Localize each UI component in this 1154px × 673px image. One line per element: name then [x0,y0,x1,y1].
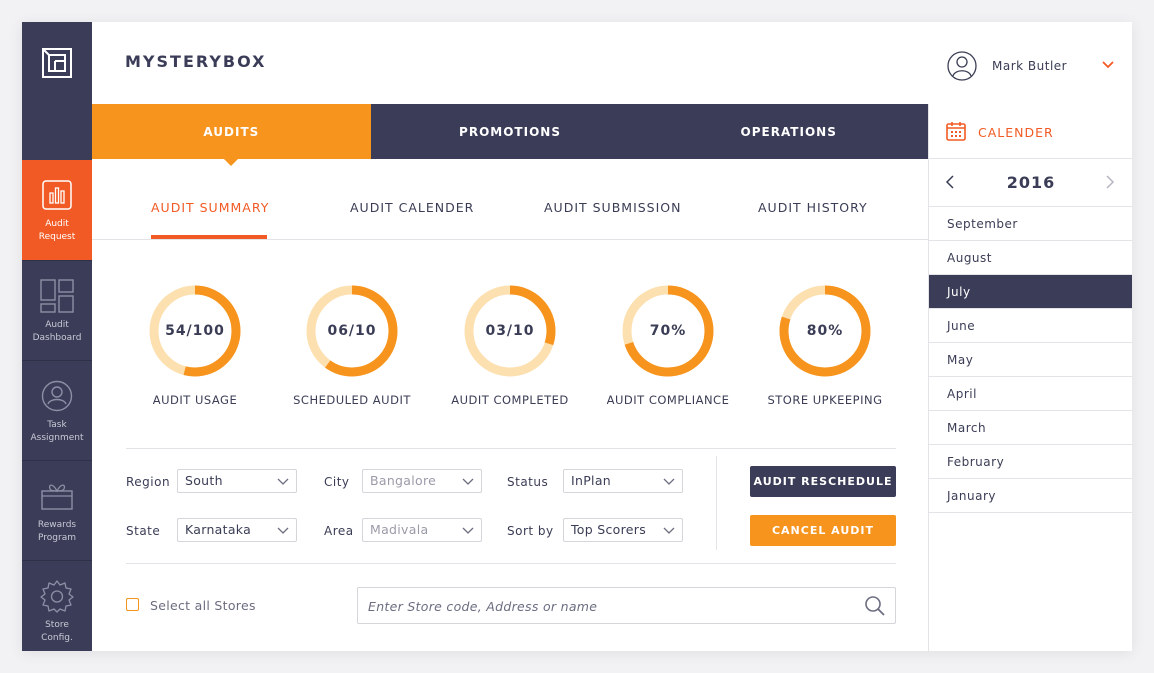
sidebar-item-label: Audit Dashboard [32,320,82,343]
gauge-value: 03/10 [485,323,535,339]
bar-chart-icon [40,178,74,212]
sub-tabs: AUDIT SUMMARY AUDIT CALENDER AUDIT SUBMI… [92,159,928,240]
subtab-audit-submission[interactable]: AUDIT SUBMISSION [544,200,682,215]
gauge-label: STORE UPKEEPING [767,393,883,407]
month-item[interactable]: April [929,377,1132,411]
city-label: City [324,475,350,489]
month-item[interactable]: May [929,343,1132,377]
area-select[interactable]: Madivala [362,518,482,542]
calendar-icon [946,122,966,141]
sidebar-item-label: Rewards Program [37,520,77,543]
sort-by-label: Sort by [507,524,554,538]
cancel-audit-button[interactable]: CANCEL AUDIT [750,515,896,546]
region-value: South [185,473,223,488]
state-value: Karnataka [185,522,252,537]
chevron-down-icon [462,478,474,485]
state-select[interactable]: Karnataka [177,518,297,542]
chevron-down-icon [462,527,474,534]
sidebar: Audit Request Audit Dashboard Task Assig… [22,22,92,651]
sidebar-item-task-assignment[interactable]: Task Assignment [22,360,92,460]
month-item[interactable]: September [929,207,1132,241]
avatar-icon [947,51,977,81]
app-logo[interactable] [22,22,92,104]
select-all-checkbox[interactable] [126,598,139,611]
gauge-label: AUDIT USAGE [152,393,238,407]
year-label: 2016 [1006,173,1056,192]
sidebar-item-audit-dashboard[interactable]: Audit Dashboard [22,260,92,360]
month-item[interactable]: February [929,445,1132,479]
dashboard-grid-icon [40,279,74,313]
sidebar-item-rewards-program[interactable]: Rewards Program [22,460,92,560]
region-select[interactable]: South [177,469,297,493]
month-item[interactable]: March [929,411,1132,445]
subtab-audit-history[interactable]: AUDIT HISTORY [758,200,868,215]
sort-by-value: Top Scorers [571,522,647,537]
brand-title: MYSTERYBOX [125,52,267,71]
chevron-down-icon [277,478,289,485]
select-all-label[interactable]: Select all Stores [150,598,256,613]
gauge-value: 70% [649,323,687,339]
city-select[interactable]: Bangalore [362,469,482,493]
active-tab-indicator [151,235,267,239]
month-item[interactable]: June [929,309,1132,343]
calendar-header: CALENDER [929,104,1132,159]
state-label: State [126,524,161,538]
divider [716,456,717,550]
audit-reschedule-button[interactable]: AUDIT RESCHEDULE [750,466,896,497]
store-search-input[interactable]: Enter Store code, Address or name [357,587,896,624]
chevron-right-icon[interactable] [1104,175,1116,189]
gauge-value: 54/100 [165,323,225,339]
sidebar-item-label: Audit Request [38,219,76,242]
calendar-title: CALENDER [978,125,1054,140]
app-frame: Audit Request Audit Dashboard Task Assig… [22,22,1132,651]
divider [126,563,896,564]
area-label: Area [324,524,354,538]
user-name: Mark Butler [992,59,1068,73]
tab-operations[interactable]: OPERATIONS [649,104,928,159]
search-placeholder: Enter Store code, Address or name [368,599,598,614]
status-label: Status [507,475,549,489]
sort-by-select[interactable]: Top Scorers [563,518,683,542]
gauge-value: 06/10 [327,323,377,339]
area-value: Madivala [370,522,429,537]
tab-audits[interactable]: AUDITS [92,104,371,166]
subtab-audit-calender[interactable]: AUDIT CALENDER [350,200,474,215]
logo-icon [42,48,72,78]
gauge-label: AUDIT COMPLIANCE [606,393,730,407]
chevron-down-icon [277,527,289,534]
main-nav: AUDITS PROMOTIONS OPERATIONS [92,104,928,166]
gauge-label: SCHEDULED AUDIT [293,393,411,407]
tab-promotions[interactable]: PROMOTIONS [371,104,650,159]
region-label: Region [126,475,171,489]
sidebar-item-label: Task Assignment [30,420,84,443]
chevron-down-icon[interactable] [1100,58,1116,72]
calendar-panel: CALENDER 2016 September August July June… [928,104,1132,651]
status-value: InPlan [571,473,612,488]
person-icon [40,379,74,413]
sidebar-item-label: Store Config. [41,620,73,643]
gauge-label: AUDIT COMPLETED [451,393,569,407]
divider [126,448,896,449]
year-selector: 2016 [929,159,1132,207]
sidebar-item-store-config[interactable]: Store Config. [22,560,92,651]
gear-icon [40,579,74,613]
user-menu[interactable]: Mark Butler [928,22,1132,104]
city-value: Bangalore [370,473,437,488]
sidebar-item-audit-request[interactable]: Audit Request [22,160,92,260]
chevron-down-icon [663,527,675,534]
gift-icon [40,479,74,513]
month-item-selected[interactable]: July [929,275,1132,309]
month-item[interactable]: January [929,479,1132,513]
month-item[interactable]: August [929,241,1132,275]
subtab-audit-summary[interactable]: AUDIT SUMMARY [151,200,269,215]
chevron-down-icon [663,478,675,485]
search-icon[interactable] [864,595,886,617]
status-select[interactable]: InPlan [563,469,683,493]
gauge-value: 80% [806,323,844,339]
